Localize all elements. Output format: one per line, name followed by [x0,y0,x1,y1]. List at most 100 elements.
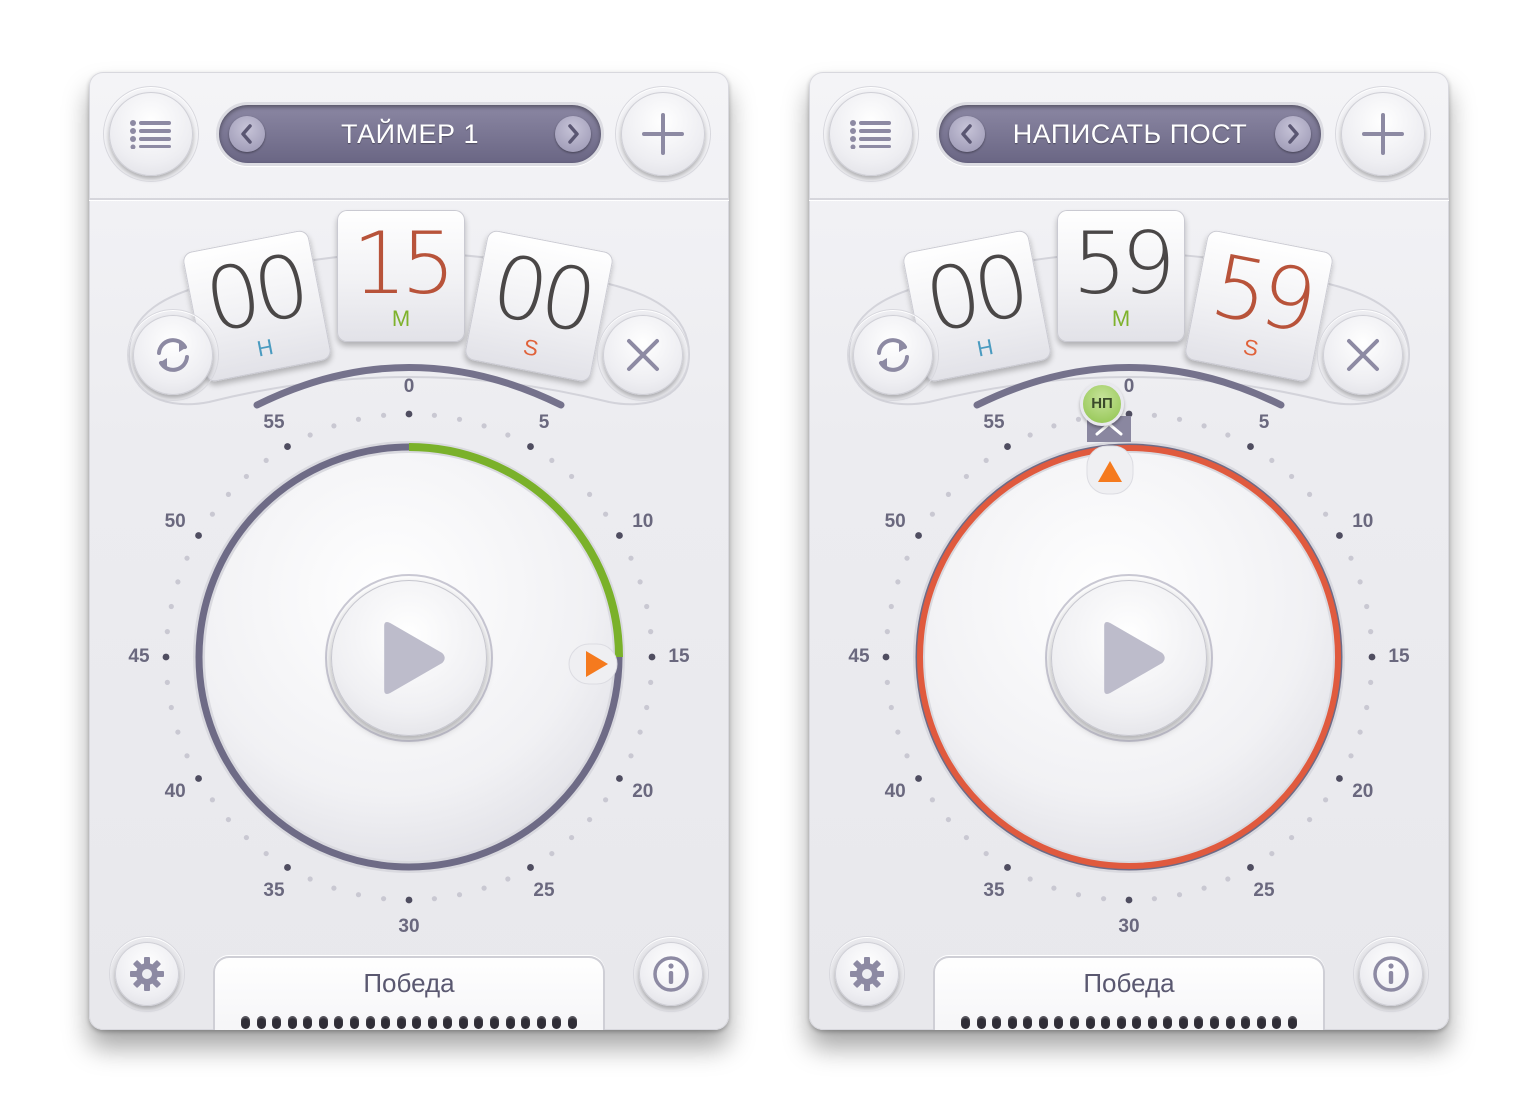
minor-tick [307,432,313,438]
major-tick [195,775,202,782]
minor-tick [456,892,463,898]
minor-tick [1364,704,1370,711]
reset-button[interactable] [847,309,939,401]
minor-tick [929,511,936,517]
info-button[interactable] [633,936,709,1012]
dial-label: 5 [538,412,550,434]
play-button[interactable] [1045,574,1213,742]
settings-button[interactable] [109,936,185,1012]
minor-tick [1075,416,1082,422]
minor-tick [243,834,250,841]
dial-label: 15 [668,646,690,667]
status-text: Победа [1083,968,1175,998]
dial-label: 55 [263,412,285,434]
minor-tick [355,892,362,898]
minutes-tile[interactable]: 59 M [1057,210,1185,342]
minor-tick [637,579,643,585]
timer-panel-1: ТАЙМЕР 1 00 H 15 M 00 S 0 5 10 15 20 25 … [89,72,729,1030]
minor-tick [602,797,609,803]
minor-tick [168,603,174,610]
minor-tick [380,896,387,902]
timer-badge[interactable]: НП [1080,382,1124,426]
minor-tick [602,511,609,517]
info-button[interactable] [1353,936,1429,1012]
minor-tick [644,704,650,711]
minor-tick [586,816,593,823]
dial-label: 50 [164,511,186,532]
minor-tick [888,603,894,610]
minor-tick [895,729,901,735]
reset-button[interactable] [127,309,219,401]
seconds-tile[interactable]: 59 S [1183,229,1335,383]
play-icon [1104,622,1165,694]
minor-tick [884,679,890,686]
minor-tick [355,416,362,422]
minor-tick [1176,416,1183,422]
dial-label: 50 [884,511,906,532]
play-button[interactable] [325,574,493,742]
minor-tick [1100,896,1107,902]
minor-tick [331,423,337,429]
minor-tick [888,704,894,711]
major-tick [1004,864,1011,871]
major-tick [648,653,656,661]
gear-icon [130,957,164,991]
minor-tick [505,876,511,882]
minor-tick [1306,491,1313,498]
speaker-grille [241,1016,577,1030]
dial-label: 20 [1352,781,1374,802]
clear-button[interactable] [1317,309,1409,401]
minor-tick [164,679,170,686]
major-tick [1368,653,1376,661]
minor-tick [1348,753,1354,759]
minor-tick [1151,896,1158,902]
dial-label: 5 [1258,412,1270,434]
minutes-unit: M [1111,306,1131,331]
minor-tick [1306,816,1313,823]
minor-tick [549,850,555,857]
settings-button[interactable] [829,936,905,1012]
major-tick [915,532,922,539]
major-tick [1125,896,1133,904]
minor-tick [1051,423,1057,429]
minor-tick [568,834,575,841]
info-icon [653,956,689,992]
major-tick [527,443,534,450]
minor-tick [1288,834,1295,841]
position-marker[interactable] [568,643,618,685]
minor-tick [1364,603,1370,610]
minor-tick [456,416,463,422]
clear-button[interactable] [597,309,689,401]
minor-tick [637,729,643,735]
status-text: Победа [363,968,455,998]
minor-tick [983,457,989,464]
minor-tick [1322,511,1329,517]
minor-tick [1357,579,1363,585]
minor-tick [884,628,890,635]
minor-tick [963,834,970,841]
dial-label: 40 [164,781,186,802]
minor-tick [1357,729,1363,735]
refresh-icon [157,338,189,372]
minor-tick [983,850,989,857]
seconds-tile[interactable]: 00 S [463,229,615,383]
position-marker[interactable] [1086,445,1134,495]
speaker-grille [961,1016,1297,1030]
dial-label: 35 [263,879,285,901]
dial-label: 30 [1118,916,1140,937]
dial-label: 40 [884,781,906,802]
minor-tick [1225,876,1231,882]
minor-tick [431,896,438,902]
minor-tick [1269,850,1275,857]
minor-tick [481,423,487,429]
minor-tick [895,579,901,585]
minor-tick [648,679,654,686]
minor-tick [945,816,952,823]
minor-tick [549,457,555,464]
minutes-tile[interactable]: 15 M [337,210,465,342]
minor-tick [184,555,190,561]
minor-tick [1368,628,1374,635]
minor-tick [225,816,232,823]
minor-tick [209,511,216,517]
minor-tick [1348,555,1354,561]
